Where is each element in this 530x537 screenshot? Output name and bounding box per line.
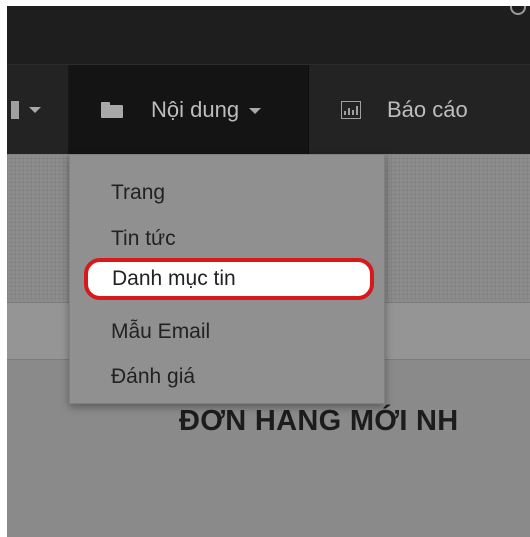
app-window: Nội dung Báo cáo ĐƠN HANG MỚI NH Trang T… [7,6,530,537]
menu-item-pages[interactable]: Trang [111,181,165,205]
caret-down-icon [29,107,41,113]
nav-item-previous-label-fragment [11,101,19,119]
caret-down-icon [249,108,262,114]
menu-item-news[interactable]: Tin tức [111,227,176,251]
menu-item-news-categories[interactable]: Danh mục tin [84,258,374,300]
nav-item-content-label: Nội dung [151,97,240,122]
menu-item-email-templates[interactable]: Mẫu Email [111,320,210,344]
main-navbar: Nội dung Báo cáo [7,64,530,155]
nav-item-report[interactable]: Báo cáo [309,65,530,155]
page-title: ĐƠN HANG MỚI NH [179,405,459,437]
nav-item-content[interactable]: Nội dung [69,65,309,155]
top-bar [7,6,530,64]
content-dropdown-menu: Trang Tin tức Danh mục tin Mẫu Email Đán… [69,154,385,404]
nav-item-report-label: Báo cáo [387,97,468,122]
nav-item-previous[interactable] [7,65,69,155]
folder-icon [101,102,123,118]
circle-icon[interactable] [510,6,526,15]
menu-item-reviews[interactable]: Đánh giá [111,365,195,389]
bar-chart-icon [341,101,361,119]
